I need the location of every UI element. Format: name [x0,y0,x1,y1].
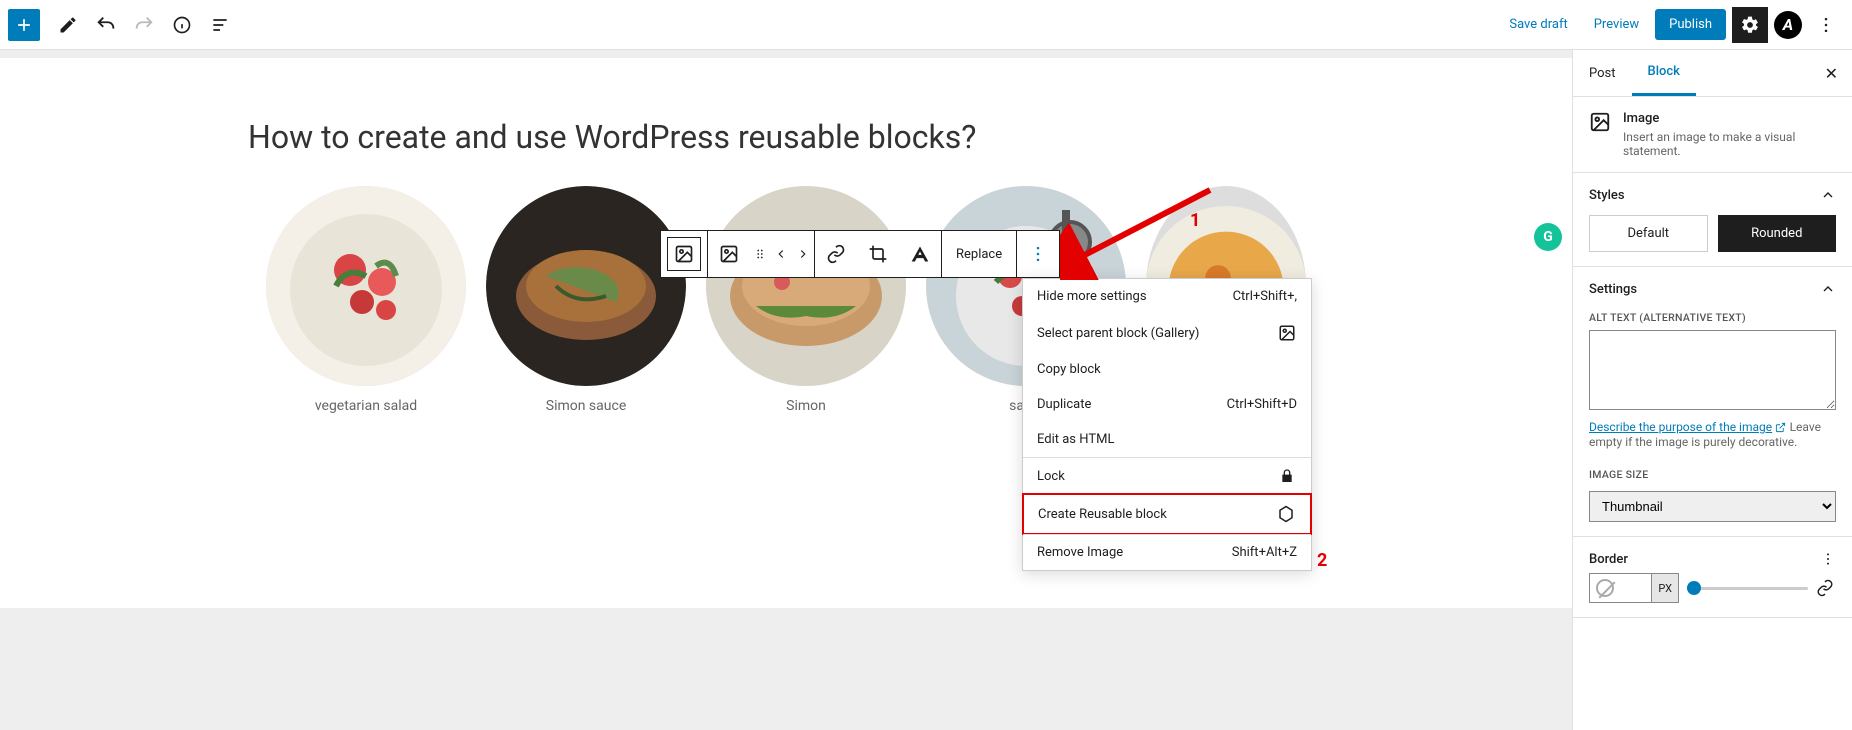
chevron-up-icon [1820,187,1836,203]
block-options-dropdown: Hide more settingsCtrl+Shift+, Select pa… [1022,278,1312,571]
gallery-caption[interactable]: Simon sauce [486,398,686,414]
gallery-image[interactable] [266,186,466,386]
gallery-select-icon[interactable] [667,237,701,271]
toolbar-left [8,7,238,43]
tab-block[interactable]: Block [1632,50,1696,96]
settings-panel: Settings ALT TEXT (ALTERNATIVE TEXT) Des… [1573,267,1852,537]
gallery-item[interactable]: Simon [706,186,906,414]
style-rounded-button[interactable]: Rounded [1718,215,1837,252]
gallery-image[interactable] [486,186,686,386]
redo-button[interactable] [126,7,162,43]
options-button[interactable] [1808,7,1844,43]
styles-header[interactable]: Styles [1589,187,1836,203]
image-icon[interactable] [708,231,750,277]
menu-hide-more-settings[interactable]: Hide more settingsCtrl+Shift+, [1023,279,1311,314]
menu-create-reusable-block[interactable]: Create Reusable block [1022,493,1312,535]
menu-remove-image[interactable]: Remove ImageShift+Alt+Z [1023,535,1311,570]
gallery-item[interactable]: Simon sauce [486,186,686,414]
edit-icon[interactable] [50,7,86,43]
list-view-button[interactable] [202,7,238,43]
gallery-item[interactable]: vegetarian salad [266,186,466,414]
info-button[interactable] [164,7,200,43]
editor-canvas: How to create and use WordPress reusable… [0,50,1572,730]
drag-handle-icon[interactable] [750,231,770,277]
gallery-caption[interactable]: Simon [706,398,906,414]
block-type-title: Image [1623,111,1836,126]
annotation-1: 1 [1190,210,1200,231]
styles-panel: Styles Default Rounded [1573,173,1852,267]
settings-sidebar: Post Block ✕ Image Insert an image to ma… [1572,50,1852,730]
menu-lock[interactable]: Lock [1023,458,1311,494]
lock-icon [1277,468,1297,484]
annotation-2: 2 [1317,550,1327,571]
crop-icon[interactable] [857,231,899,277]
replace-button[interactable]: Replace [942,247,1016,262]
grammarly-badge[interactable]: G [1534,223,1562,251]
menu-edit-html[interactable]: Edit as HTML [1023,422,1311,457]
style-default-button[interactable]: Default [1589,215,1708,252]
close-sidebar-button[interactable]: ✕ [1811,64,1852,83]
tab-post[interactable]: Post [1573,52,1632,95]
save-draft-button[interactable]: Save draft [1499,11,1577,38]
more-options-button[interactable] [1017,231,1059,277]
sidebar-tabs: Post Block ✕ [1573,50,1852,97]
more-icon[interactable] [1820,551,1836,567]
post-title[interactable]: How to create and use WordPress reusable… [236,118,1336,156]
border-slider[interactable] [1687,587,1808,590]
image-size-label: IMAGE SIZE [1589,468,1836,481]
text-overlay-icon[interactable] [899,231,941,277]
border-unit[interactable]: PX [1651,574,1678,602]
alt-help-link[interactable]: Describe the purpose of the image [1589,420,1772,434]
block-type-desc: Insert an image to make a visual stateme… [1623,130,1836,158]
image-icon [1589,111,1611,133]
main-area: How to create and use WordPress reusable… [0,50,1852,730]
link-icon[interactable] [815,231,857,277]
block-description: Image Insert an image to make a visual s… [1573,97,1852,173]
astra-icon[interactable]: A [1774,11,1802,39]
preview-button[interactable]: Preview [1584,11,1649,38]
publish-button[interactable]: Publish [1655,9,1726,40]
move-right-icon[interactable] [792,231,814,277]
canvas-inner: How to create and use WordPress reusable… [0,58,1572,608]
menu-duplicate[interactable]: DuplicateCtrl+Shift+D [1023,387,1311,422]
border-header[interactable]: Border [1589,551,1836,567]
link-sides-icon[interactable] [1816,579,1836,597]
gallery-image[interactable] [706,186,906,386]
top-toolbar: Save draft Preview Publish A [0,0,1852,50]
block-toolbar: Replace [660,230,1060,278]
menu-select-parent[interactable]: Select parent block (Gallery) [1023,314,1311,352]
add-block-button[interactable] [8,9,40,41]
image-size-select[interactable]: Thumbnail [1589,491,1836,522]
menu-copy-block[interactable]: Copy block [1023,352,1311,387]
settings-header[interactable]: Settings [1589,281,1836,297]
border-panel: Border PX [1573,537,1852,618]
reusable-icon [1276,505,1296,523]
undo-button[interactable] [88,7,124,43]
border-value-input[interactable]: PX [1589,573,1679,603]
move-left-icon[interactable] [770,231,792,277]
alt-text-label: ALT TEXT (ALTERNATIVE TEXT) [1589,311,1836,324]
gallery-caption[interactable]: vegetarian salad [266,398,466,414]
alt-text-input[interactable] [1589,330,1836,410]
chevron-up-icon [1820,281,1836,297]
gallery-icon [1277,324,1297,342]
no-border-icon [1596,579,1614,597]
toolbar-right: Save draft Preview Publish A [1499,7,1844,43]
settings-button[interactable] [1732,7,1768,43]
